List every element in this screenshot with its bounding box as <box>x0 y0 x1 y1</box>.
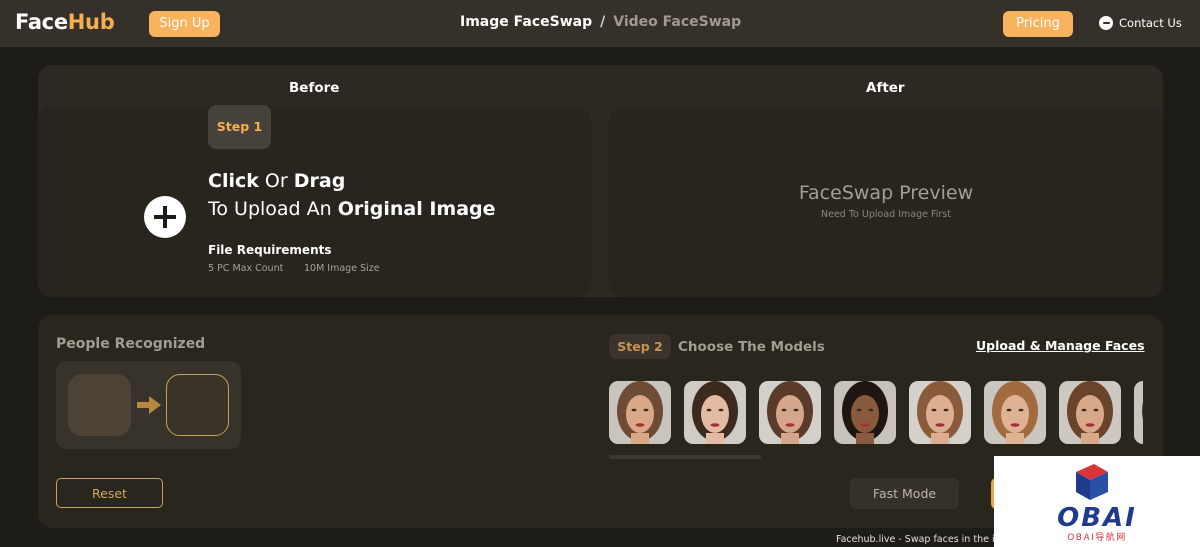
model-face-thumbnail[interactable] <box>1134 381 1143 444</box>
model-list-scrollbar[interactable] <box>609 455 761 459</box>
model-face-thumbnail[interactable] <box>759 381 821 444</box>
drag-text: Drag <box>293 170 346 192</box>
preview-subtitle: Need To Upload Image First <box>821 209 951 220</box>
model-face-thumbnail[interactable] <box>909 381 971 444</box>
to-upload-text: To Upload An <box>208 198 338 220</box>
upload-manage-faces-link[interactable]: Upload & Manage Faces <box>976 338 1145 353</box>
step-2-badge: Step 2 <box>609 334 671 359</box>
face-portrait-image <box>984 381 1046 444</box>
obai-watermark-logo: OBAI OBAI导航网 <box>994 456 1200 547</box>
face-portrait-image <box>834 381 896 444</box>
face-portrait-image <box>909 381 971 444</box>
facehub-logo[interactable]: FaceHub <box>15 10 115 34</box>
chat-bubble-icon <box>1099 16 1113 30</box>
model-face-thumbnail[interactable] <box>834 381 896 444</box>
logo-face-text: Face <box>15 10 68 34</box>
fast-mode-button[interactable]: Fast Mode <box>850 478 959 509</box>
file-requirements-heading: File Requirements <box>208 243 332 257</box>
after-label: After <box>866 80 905 96</box>
source-face-slot[interactable] <box>68 374 131 436</box>
click-text: Click <box>208 170 259 192</box>
pricing-button[interactable]: Pricing <box>1003 11 1073 37</box>
add-plus-icon[interactable] <box>144 196 186 238</box>
face-portrait-image <box>1134 381 1143 444</box>
broken-image-caption: Facehub.live - Swap faces in the image <box>836 534 994 545</box>
choose-models-title: Choose The Models <box>678 339 825 355</box>
original-image-text: Original Image <box>337 198 496 220</box>
model-face-thumbnail[interactable] <box>984 381 1046 444</box>
image-size-text: 10M Image Size <box>304 263 380 274</box>
reset-button[interactable]: Reset <box>56 478 163 508</box>
face-portrait-image <box>684 381 746 444</box>
arrow-right-icon <box>137 396 161 414</box>
logo-hub-text: Hub <box>67 10 115 34</box>
faceswap-nav: Image FaceSwap / Video FaceSwap <box>460 14 741 30</box>
sign-up-button[interactable]: Sign Up <box>149 11 220 37</box>
model-face-list <box>609 381 1143 444</box>
upload-original-text: To Upload An Original Image <box>208 198 496 220</box>
face-portrait-image <box>609 381 671 444</box>
max-count-text: 5 PC Max Count <box>208 263 284 274</box>
preview-title: FaceSwap Preview <box>798 182 974 204</box>
step-1-badge: Step 1 <box>208 105 271 149</box>
svg-text:OBAI导航网: OBAI导航网 <box>1067 531 1127 543</box>
contact-us-link[interactable]: Contact Us <box>1099 16 1182 30</box>
model-face-thumbnail[interactable] <box>609 381 671 444</box>
svg-text:OBAI: OBAI <box>1057 503 1137 533</box>
target-face-slot[interactable] <box>166 374 229 436</box>
nav-video-faceswap[interactable]: Video FaceSwap <box>613 14 741 30</box>
contact-us-label: Contact Us <box>1119 16 1182 30</box>
nav-separator: / <box>600 14 606 30</box>
model-face-thumbnail[interactable] <box>1059 381 1121 444</box>
model-face-thumbnail[interactable] <box>684 381 746 444</box>
or-text: Or <box>258 170 294 192</box>
face-portrait-image <box>1059 381 1121 444</box>
nav-image-faceswap[interactable]: Image FaceSwap <box>460 14 592 30</box>
click-or-drag-text: Click Or Drag <box>208 170 345 192</box>
before-label: Before <box>289 80 340 96</box>
people-recognized-title: People Recognized <box>56 336 206 352</box>
face-portrait-image <box>759 381 821 444</box>
